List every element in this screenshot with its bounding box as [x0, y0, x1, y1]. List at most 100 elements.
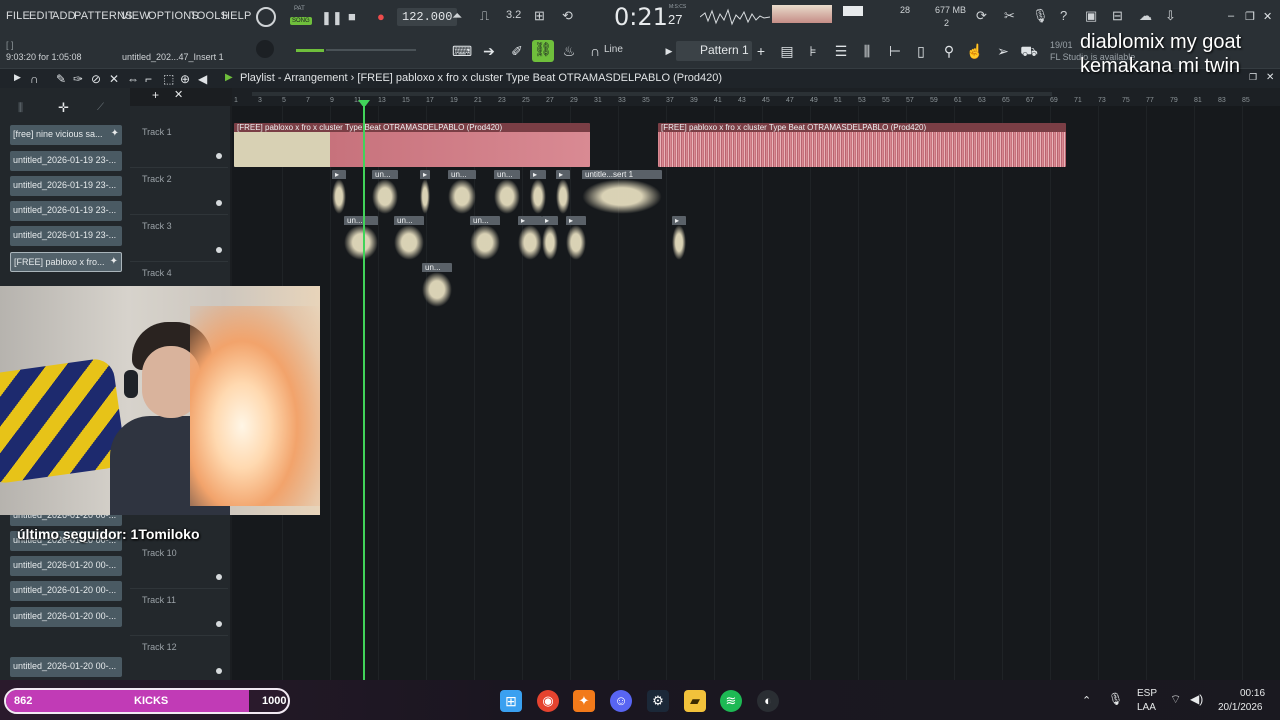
- draw-icon[interactable]: ✐: [508, 42, 526, 60]
- audio-clip[interactable]: ▸: [332, 170, 346, 214]
- audio-clip[interactable]: un...: [448, 170, 476, 214]
- slip-icon[interactable]: ⇔: [127, 72, 139, 86]
- undo-icon[interactable]: ⟳: [976, 8, 987, 24]
- record-icon[interactable]: ●: [377, 9, 385, 24]
- add-track-icon[interactable]: +: [152, 88, 159, 102]
- restore-icon[interactable]: ❐: [1245, 10, 1255, 23]
- playlist-close-icon[interactable]: ✕: [1266, 72, 1274, 83]
- picker-item[interactable]: untitled_2026-01-19 23-...: [10, 226, 122, 246]
- picker-item[interactable]: [free] nine vicious sa... ✦: [10, 125, 122, 145]
- stop-icon[interactable]: ■: [348, 9, 356, 24]
- track-header[interactable]: Track 10: [130, 543, 228, 589]
- piano-icon[interactable]: ⌨: [452, 42, 472, 60]
- export-icon[interactable]: ⊟: [1112, 8, 1123, 24]
- cart-icon[interactable]: ⛟: [1020, 42, 1038, 60]
- playhead[interactable]: [363, 106, 365, 680]
- microphone-icon[interactable]: 🎙: [1032, 8, 1049, 24]
- picker-item[interactable]: untitled_2026-01-19 23-...: [10, 176, 122, 196]
- touch-icon[interactable]: ☝: [966, 42, 984, 60]
- pitch-knob-icon[interactable]: [256, 40, 274, 58]
- save-icon[interactable]: ▣: [1085, 8, 1097, 24]
- clock-time[interactable]: 00:16: [1240, 688, 1265, 699]
- track-header[interactable]: Track 11: [130, 590, 228, 636]
- audio-clip[interactable]: ▸: [518, 216, 542, 260]
- track-header[interactable]: Track 3: [130, 216, 228, 262]
- project-icon[interactable]: ▯: [912, 42, 930, 60]
- paint-icon[interactable]: ✑: [73, 72, 83, 86]
- close-icon[interactable]: ✕: [1263, 10, 1272, 23]
- menu-view[interactable]: VIEW: [121, 10, 150, 22]
- master-volume-knob-icon[interactable]: [256, 7, 276, 27]
- picker-list-icon[interactable]: ⫼: [18, 102, 23, 115]
- mixer-icon[interactable]: ⫼: [858, 42, 876, 60]
- chrome-icon[interactable]: ◉: [537, 690, 559, 712]
- audio-clip[interactable]: ▸: [566, 216, 586, 260]
- playlist-icon[interactable]: ▤: [778, 42, 796, 60]
- track-header[interactable]: Track 1: [130, 122, 228, 168]
- menu-add[interactable]: ADD: [52, 10, 76, 22]
- countdown-icon[interactable]: 3.2: [506, 9, 521, 21]
- piano-roll-icon[interactable]: ☰: [832, 42, 850, 60]
- volume-icon[interactable]: ◀): [1190, 692, 1203, 706]
- obs-icon[interactable]: ◐: [757, 690, 779, 712]
- channel-rack-icon[interactable]: ⊧: [804, 42, 822, 60]
- link-icon[interactable]: ⛓: [532, 40, 554, 62]
- audio-clip[interactable]: ▸: [672, 216, 686, 260]
- song-time[interactable]: 0:21: [614, 3, 668, 31]
- picker-item[interactable]: untitled_2026-01-20 00-...: [10, 607, 122, 627]
- picker-item[interactable]: untitled_2026-01-19 23-...: [10, 151, 122, 171]
- picker-item[interactable]: untitled_2026-01-19 23-...: [10, 201, 122, 221]
- wifi-icon[interactable]: ⌔: [1170, 692, 1181, 707]
- audio-clip[interactable]: [FREE] pabloxo x fro x cluster Type Beat…: [234, 123, 590, 167]
- audio-clip[interactable]: untitle...sert 1: [582, 170, 662, 214]
- clock-date[interactable]: 20/1/2026: [1218, 702, 1263, 713]
- steam-icon[interactable]: ⚙: [647, 690, 669, 712]
- magnet-icon[interactable]: ∩: [586, 42, 604, 60]
- menu-file[interactable]: FILE: [6, 10, 30, 22]
- fl-studio-icon[interactable]: ✦: [573, 690, 595, 712]
- menu-help[interactable]: HELP: [222, 10, 252, 22]
- file-explorer-icon[interactable]: ▰: [684, 690, 706, 712]
- audio-clip[interactable]: ▸: [530, 170, 546, 214]
- audio-clip[interactable]: ▸: [542, 216, 558, 260]
- magnet-icon[interactable]: ∩: [30, 72, 39, 86]
- picker-item[interactable]: untitled_2026-01-20 00-...: [10, 556, 122, 576]
- mute-icon[interactable]: ✕: [109, 72, 119, 86]
- plugin-icon[interactable]: ⚲: [940, 42, 958, 60]
- audio-clip[interactable]: un...: [494, 170, 520, 214]
- microphone-tray-icon[interactable]: 🎙: [1108, 692, 1123, 706]
- audio-clip[interactable]: un...: [394, 216, 424, 260]
- master-pitch-slider[interactable]: [296, 49, 324, 52]
- audio-clip[interactable]: [FREE] pabloxo x fro x cluster Type Beat…: [658, 123, 1066, 167]
- loop-record-icon[interactable]: ⟲: [562, 8, 573, 24]
- add-pattern-icon[interactable]: +: [752, 42, 770, 60]
- metronome-icon[interactable]: ⏶: [452, 8, 462, 24]
- picker-item[interactable]: untitled_2026-01-20 00-...: [10, 581, 122, 601]
- delete-icon[interactable]: ⊘: [91, 72, 101, 86]
- select-icon[interactable]: ⬚: [163, 72, 174, 86]
- tempo-display[interactable]: 122.000: [397, 8, 458, 26]
- keyboard-layout[interactable]: LAA: [1137, 702, 1156, 713]
- speaker-icon[interactable]: ◀: [198, 72, 207, 86]
- audio-clip[interactable]: un...: [470, 216, 500, 260]
- timeline-ruler[interactable]: 1 3 5 7 9 11 13 15 17 19 21 23 25 27 29 31 33 35 37 39 41 43 4…: [232, 88, 1280, 108]
- wait-input-icon[interactable]: ⎍: [480, 8, 489, 24]
- language-code[interactable]: ESP: [1137, 688, 1157, 699]
- stamp-icon[interactable]: ♨: [560, 42, 578, 60]
- playlist-menu-icon[interactable]: ▶: [14, 72, 21, 83]
- playlist-grid[interactable]: [FREE] pabloxo x fro x cluster Type Beat…: [232, 106, 1280, 680]
- picker-target-icon[interactable]: ✛: [58, 100, 69, 116]
- chat-icon[interactable]: ☁: [1139, 8, 1152, 24]
- send-icon[interactable]: ➢: [994, 42, 1012, 60]
- help-icon[interactable]: ?: [1060, 8, 1067, 23]
- audio-clip[interactable]: un...: [422, 263, 452, 307]
- track-header[interactable]: Track 2: [130, 169, 228, 215]
- audio-clip[interactable]: un...: [344, 216, 378, 260]
- pencil-icon[interactable]: ✎: [56, 72, 66, 86]
- cut-icon[interactable]: ✂: [1004, 8, 1015, 24]
- windows-start-icon[interactable]: ⊞: [500, 690, 522, 712]
- snap-selector[interactable]: Line: [604, 44, 623, 55]
- time-scrollbar[interactable]: [252, 92, 1052, 96]
- audio-clip[interactable]: ▸: [556, 170, 570, 214]
- tray-chevron-icon[interactable]: ⌃: [1082, 694, 1091, 707]
